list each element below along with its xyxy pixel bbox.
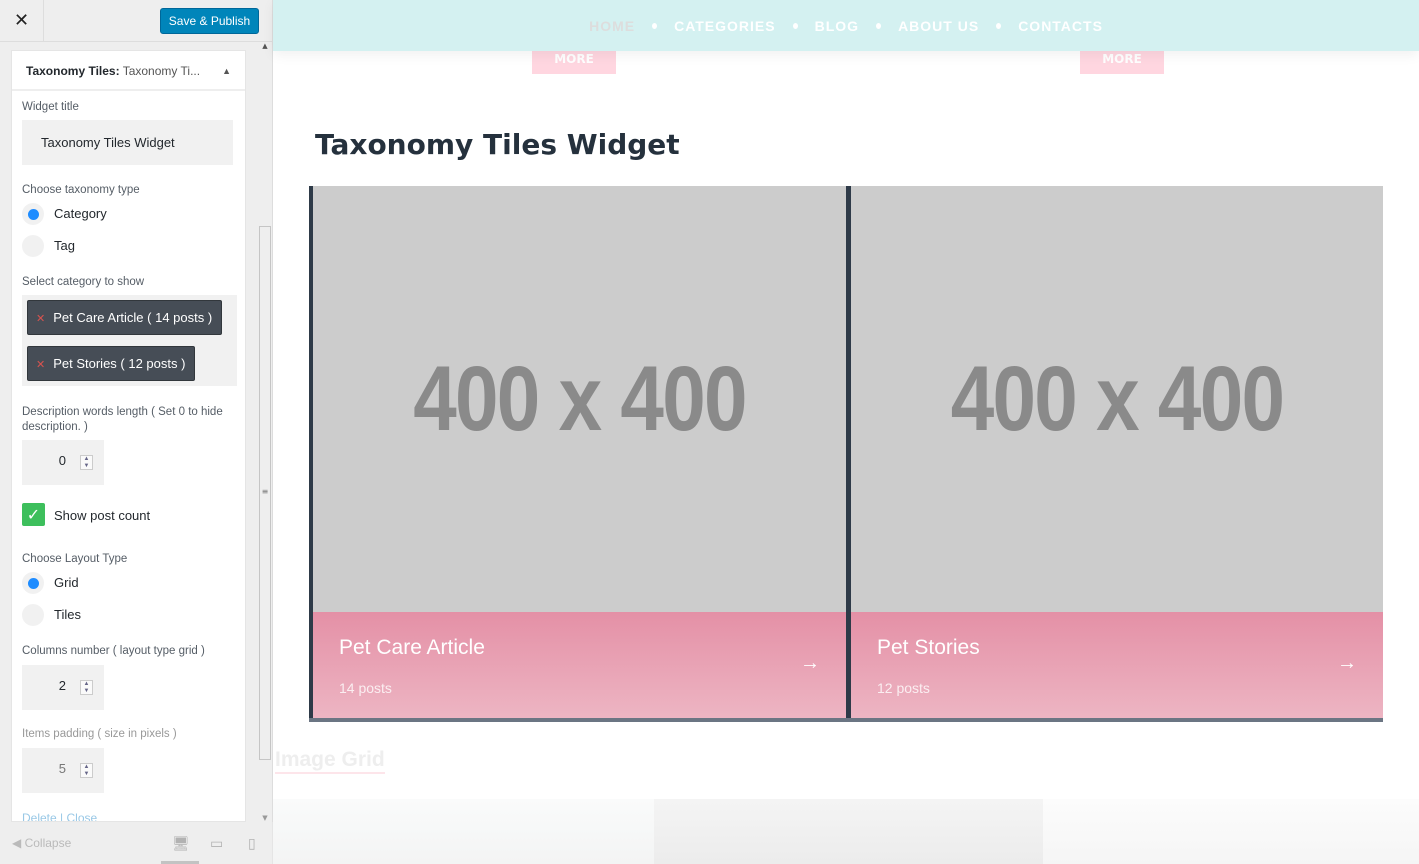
tile-title[interactable]: Pet Stories (877, 636, 980, 660)
nav-blog[interactable]: BLOG (815, 18, 859, 34)
category-select-label: Select category to show (22, 276, 145, 288)
widget-title-label: Widget title (22, 101, 79, 113)
remove-icon[interactable]: ✕ (36, 313, 45, 325)
widget-title-input[interactable]: Taxonomy Tiles Widget (22, 120, 233, 165)
image-grid-heading: Image Grid (275, 748, 385, 774)
radio-category-label: Category (54, 206, 107, 221)
category-chip-label: Pet Stories ( 12 posts ) (53, 356, 186, 371)
collapse-arrow-icon[interactable]: ▲ (222, 51, 231, 91)
layout-type-label: Choose Layout Type (22, 553, 128, 565)
arrow-right-icon[interactable]: → (1337, 652, 1357, 675)
mobile-preview-icon[interactable]: ▯ (248, 835, 256, 852)
customizer-sidebar: ✕ Save & Publish Taxonomy Tiles: Taxonom… (0, 0, 273, 864)
tile-title[interactable]: Pet Care Article (339, 636, 485, 660)
radio-grid[interactable] (22, 572, 44, 594)
columns-value: 2 (58, 678, 66, 693)
columns-input[interactable]: 2 ▲ ▼ (22, 665, 104, 710)
show-post-count-label: Show post count (54, 508, 151, 523)
tile-footer: Pet Care Article 14 posts → (313, 612, 846, 718)
nav-separator (876, 22, 882, 29)
tablet-preview-icon[interactable]: ▭ (210, 835, 223, 852)
radio-tiles-label: Tiles (54, 607, 81, 622)
widget-heading: Taxonomy Tiles Widget (315, 128, 680, 161)
widget-name: Taxonomy Ti... (119, 64, 201, 78)
nav-separator (652, 22, 658, 29)
category-chip[interactable]: ✕ Pet Care Article ( 14 posts ) (27, 300, 223, 335)
radio-tag-label: Tag (54, 238, 75, 253)
scroll-down-icon[interactable]: ▼ (258, 814, 272, 822)
widget-panel-header[interactable]: Taxonomy Tiles: Taxonomy Ti... ▲ (12, 51, 245, 91)
nav-contacts[interactable]: CONTACTS (1018, 18, 1103, 34)
collapse-button[interactable]: ◀ Collapse (12, 836, 71, 850)
spinner-icon[interactable]: ▲ ▼ (80, 455, 93, 470)
radio-grid-label: Grid (54, 575, 79, 590)
show-post-count-checkbox[interactable]: ✓ (22, 503, 45, 526)
scrollbar[interactable]: ▲ ≡ ▼ (258, 42, 272, 822)
nav-separator (996, 22, 1002, 29)
customizer-footer: ◀ Collapse 🖥 ▭ ▯ (0, 822, 273, 864)
remove-icon[interactable]: ✕ (36, 359, 45, 371)
taxonomy-tile[interactable]: 400 x 400 Pet Care Article 14 posts → (313, 186, 846, 718)
taxonomy-tile[interactable]: 400 x 400 Pet Stories 12 posts → (851, 186, 1383, 718)
padding-label: Items padding ( size in pixels ) (22, 728, 177, 740)
placeholder-image: 400 x 400 (950, 347, 1285, 450)
desc-length-label: Description words length ( Set 0 to hide… (22, 406, 223, 433)
taxonomy-tiles-grid: 400 x 400 Pet Care Article 14 posts → 40… (309, 186, 1383, 722)
grid-image[interactable] (273, 799, 654, 864)
desc-length-value: 0 (58, 453, 66, 468)
delete-link[interactable]: Delete (22, 811, 57, 821)
category-chip-label: Pet Care Article ( 14 posts ) (53, 310, 213, 325)
collapse-icon: ◀ (12, 836, 22, 850)
nav-separator (792, 22, 798, 29)
padding-value: 5 (58, 761, 66, 776)
radio-category[interactable] (22, 203, 44, 225)
grid-image[interactable] (654, 799, 1043, 864)
nav-home[interactable]: HOME (589, 18, 635, 34)
spinner-icon[interactable]: ▲ ▼ (80, 763, 93, 778)
desc-length-input[interactable]: 0 ▲ ▼ (22, 440, 104, 485)
placeholder-image: 400 x 400 (413, 347, 747, 450)
widget-actions: Delete | Close (22, 811, 97, 821)
tile-count: 14 posts (339, 680, 392, 696)
radio-tag[interactable] (22, 235, 44, 257)
padding-input[interactable]: 5 ▲ ▼ (22, 748, 104, 793)
columns-label: Columns number ( layout type grid ) (22, 645, 205, 657)
widget-panel: Taxonomy Tiles: Taxonomy Ti... ▲ Widget … (11, 50, 246, 822)
grid-image[interactable] (1043, 799, 1419, 864)
nav-about-us[interactable]: ABOUT US (898, 18, 979, 34)
spinner-icon[interactable]: ▲ ▼ (80, 680, 93, 695)
widget-type: Taxonomy Tiles: (26, 64, 120, 78)
tile-count: 12 posts (877, 680, 930, 696)
category-chip[interactable]: ✕ Pet Stories ( 12 posts ) (27, 346, 196, 381)
desktop-preview-icon[interactable]: 🖥 (172, 835, 190, 852)
scrollbar-thumb[interactable]: ≡ (259, 226, 271, 760)
site-nav: HOME CATEGORIES BLOG ABOUT US CONTACTS (273, 0, 1419, 51)
close-customizer-button[interactable]: ✕ (0, 0, 44, 42)
customizer-header: ✕ Save & Publish (0, 0, 273, 42)
close-link[interactable]: Close (66, 811, 97, 821)
arrow-right-icon[interactable]: → (800, 652, 820, 675)
collapse-label: Collapse (24, 836, 72, 850)
scroll-up-icon[interactable]: ▲ (258, 42, 272, 50)
save-publish-button[interactable]: Save & Publish (160, 8, 259, 34)
radio-tiles[interactable] (22, 604, 44, 626)
taxonomy-type-label: Choose taxonomy type (22, 184, 140, 196)
nav-categories[interactable]: CATEGORIES (674, 18, 776, 34)
tile-footer: Pet Stories 12 posts → (851, 612, 1383, 718)
